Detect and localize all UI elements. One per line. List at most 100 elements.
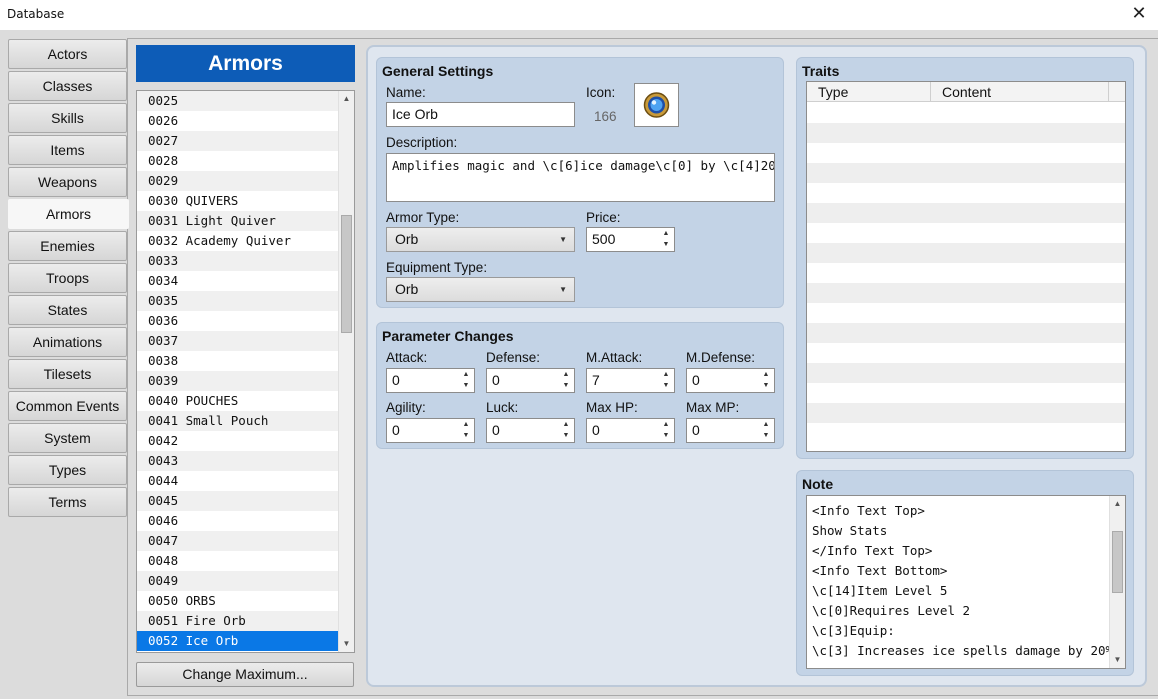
mdefense-stepper[interactable]: 0 ▲ ▼	[686, 368, 775, 393]
table-row[interactable]	[807, 403, 1125, 423]
list-item[interactable]: 0044	[137, 471, 340, 491]
table-row[interactable]	[807, 163, 1125, 183]
defense-stepper[interactable]: 0 ▲ ▼	[486, 368, 575, 393]
spin-up-icon[interactable]: ▲	[661, 228, 671, 239]
table-row[interactable]	[807, 103, 1125, 123]
list-item[interactable]: 0048	[137, 551, 340, 571]
list-item[interactable]: 0028	[137, 151, 340, 171]
list-item[interactable]: 0032 Academy Quiver	[137, 231, 340, 251]
armors-list[interactable]: 0052 Ice Orb 0051 Fire Orb 0050 ORBS 0049 00…	[136, 90, 355, 653]
table-row[interactable]	[807, 283, 1125, 303]
table-row[interactable]	[807, 143, 1125, 163]
equipment-type-select[interactable]: Orb ▼	[386, 277, 575, 302]
tab-states[interactable]: States	[8, 295, 127, 325]
tab-armors[interactable]: Armors	[8, 199, 129, 229]
tab-enemies[interactable]: Enemies	[8, 231, 127, 261]
spin-down-icon[interactable]: ▼	[661, 380, 671, 391]
list-item[interactable]: 0035	[137, 291, 340, 311]
table-row[interactable]	[807, 363, 1125, 383]
list-item[interactable]: 0052 Ice Orb	[137, 631, 340, 651]
tab-troops[interactable]: Troops	[8, 263, 127, 293]
tab-terms[interactable]: Terms	[8, 487, 127, 517]
table-row[interactable]	[807, 243, 1125, 263]
list-item[interactable]: 0026	[137, 111, 340, 131]
price-spin-buttons[interactable]: ▲ ▼	[659, 228, 674, 251]
traits-col-type[interactable]: Type	[807, 82, 931, 102]
tab-animations[interactable]: Animations	[8, 327, 127, 357]
tab-actors[interactable]: Actors	[8, 39, 127, 69]
spin-down-icon[interactable]: ▼	[761, 380, 771, 391]
spin-up-icon[interactable]: ▲	[461, 419, 471, 430]
spin-down-icon[interactable]: ▼	[661, 239, 671, 250]
spin-up-icon[interactable]: ▲	[661, 369, 671, 380]
list-item[interactable]: 0038	[137, 351, 340, 371]
spin-buttons[interactable]: ▲ ▼	[459, 369, 474, 392]
list-item[interactable]: 0047	[137, 531, 340, 551]
table-row[interactable]	[807, 123, 1125, 143]
spin-up-icon[interactable]: ▲	[761, 369, 771, 380]
spin-buttons[interactable]: ▲ ▼	[459, 419, 474, 442]
spin-buttons[interactable]: ▲ ▼	[659, 369, 674, 392]
spin-buttons[interactable]: ▲ ▼	[759, 369, 774, 392]
table-row[interactable]	[807, 343, 1125, 363]
spin-down-icon[interactable]: ▼	[761, 430, 771, 441]
list-item[interactable]: 0039	[137, 371, 340, 391]
table-row[interactable]	[807, 263, 1125, 283]
description-field[interactable]: Amplifies magic and \c[6]ice damage\c[0]…	[386, 153, 775, 202]
scroll-thumb[interactable]	[1112, 531, 1123, 593]
traits-table[interactable]: Type Content	[806, 81, 1126, 452]
note-field[interactable]: \c[3] Increases ice spells damage by 20%…	[806, 495, 1126, 669]
name-field[interactable]: Ice Orb	[386, 102, 575, 127]
table-row[interactable]	[807, 303, 1125, 323]
armors-list-scrollbar[interactable]: ▲ ▼	[338, 91, 354, 652]
table-row[interactable]	[807, 423, 1125, 443]
spin-buttons[interactable]: ▲ ▼	[759, 419, 774, 442]
spin-up-icon[interactable]: ▲	[661, 419, 671, 430]
scroll-up-arrow-icon[interactable]: ▲	[1110, 496, 1125, 512]
attack-stepper[interactable]: 0 ▲ ▼	[386, 368, 475, 393]
list-item[interactable]: 0046	[137, 511, 340, 531]
tab-classes[interactable]: Classes	[8, 71, 127, 101]
list-item[interactable]: 0025	[137, 91, 340, 111]
table-row[interactable]	[807, 203, 1125, 223]
armor-type-select[interactable]: Orb ▼	[386, 227, 575, 252]
mattack-stepper[interactable]: 7 ▲ ▼	[586, 368, 675, 393]
luck-stepper[interactable]: 0 ▲ ▼	[486, 418, 575, 443]
table-row[interactable]	[807, 383, 1125, 403]
list-item[interactable]: 0030 QUIVERS	[137, 191, 340, 211]
tab-system[interactable]: System	[8, 423, 127, 453]
spin-buttons[interactable]: ▲ ▼	[559, 369, 574, 392]
list-item[interactable]: 0029	[137, 171, 340, 191]
tab-items[interactable]: Items	[8, 135, 127, 165]
spin-down-icon[interactable]: ▼	[461, 430, 471, 441]
list-item[interactable]: 0043	[137, 451, 340, 471]
icon-picker[interactable]	[634, 83, 679, 127]
tab-skills[interactable]: Skills	[8, 103, 127, 133]
spin-up-icon[interactable]: ▲	[461, 369, 471, 380]
list-item[interactable]: 0040 POUCHES	[137, 391, 340, 411]
spin-buttons[interactable]: ▲ ▼	[559, 419, 574, 442]
close-icon[interactable]: ✕	[1129, 3, 1149, 23]
tab-types[interactable]: Types	[8, 455, 127, 485]
list-item[interactable]: 0031 Light Quiver	[137, 211, 340, 231]
table-row[interactable]	[807, 323, 1125, 343]
tab-common-events[interactable]: Common Events	[8, 391, 127, 421]
spin-buttons[interactable]: ▲ ▼	[659, 419, 674, 442]
list-item[interactable]: 0050 ORBS	[137, 591, 340, 611]
list-item[interactable]: 0034	[137, 271, 340, 291]
note-scrollbar[interactable]: ▲ ▼	[1109, 496, 1125, 668]
scroll-up-arrow-icon[interactable]: ▲	[339, 91, 354, 107]
max-hp-stepper[interactable]: 0 ▲ ▼	[586, 418, 675, 443]
list-item[interactable]: 0042	[137, 431, 340, 451]
spin-up-icon[interactable]: ▲	[761, 419, 771, 430]
list-item[interactable]: 0027	[137, 131, 340, 151]
list-item[interactable]: 0036	[137, 311, 340, 331]
list-item[interactable]: 0041 Small Pouch	[137, 411, 340, 431]
spin-down-icon[interactable]: ▼	[461, 380, 471, 391]
tab-tilesets[interactable]: Tilesets	[8, 359, 127, 389]
list-item[interactable]: 0037	[137, 331, 340, 351]
list-item[interactable]: 0051 Fire Orb	[137, 611, 340, 631]
spin-up-icon[interactable]: ▲	[561, 369, 571, 380]
traits-col-content[interactable]: Content	[931, 82, 1109, 102]
max-mp-stepper[interactable]: 0 ▲ ▼	[686, 418, 775, 443]
